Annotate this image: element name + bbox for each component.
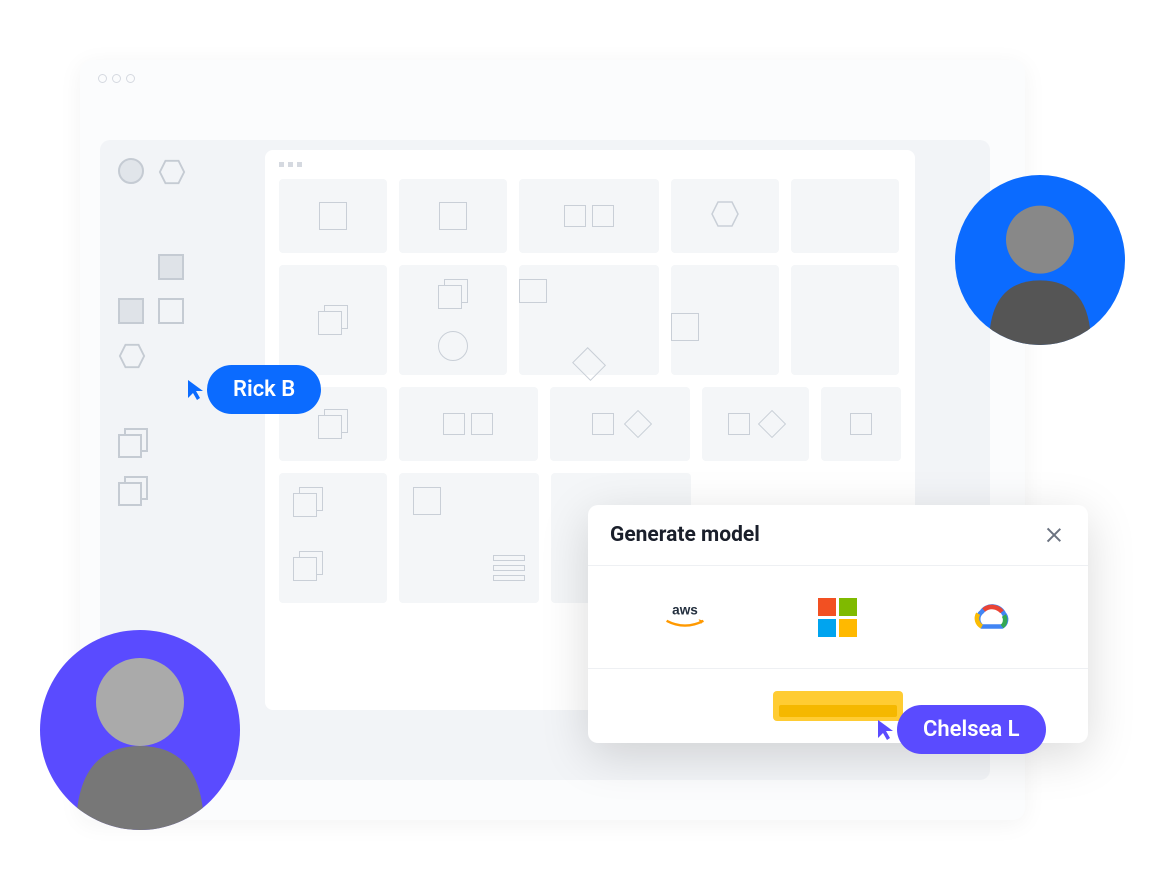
grid-cell[interactable] <box>399 473 539 603</box>
grid-cell[interactable] <box>671 265 779 375</box>
panel-dots <box>265 150 915 179</box>
close-icon[interactable] <box>1042 523 1066 547</box>
stack-icon <box>318 409 348 439</box>
tool-stack-icon[interactable] <box>118 476 148 506</box>
window-controls <box>80 60 1025 97</box>
grid-cell[interactable] <box>791 179 899 253</box>
svg-text:aws: aws <box>672 603 698 618</box>
tool-stack-icon[interactable] <box>118 428 148 458</box>
cursor-icon <box>875 718 897 742</box>
square-icon <box>439 202 467 230</box>
modal-title: Generate model <box>610 523 760 547</box>
tool-palette <box>118 158 218 524</box>
grid-cell[interactable] <box>821 387 901 461</box>
square-icon <box>564 205 586 227</box>
square-icon <box>519 279 547 303</box>
stack-icon <box>293 551 323 581</box>
avatar-rick <box>955 175 1125 345</box>
diamond-icon <box>758 410 786 438</box>
provider-microsoft[interactable] <box>803 592 873 642</box>
grid-cell[interactable] <box>279 179 387 253</box>
grid-cell[interactable] <box>399 265 507 375</box>
grid-cell[interactable] <box>791 265 899 375</box>
window-dot <box>126 74 135 83</box>
person-icon <box>40 630 240 830</box>
grid-cell[interactable] <box>399 387 539 461</box>
square-icon <box>443 413 465 435</box>
aws-icon: aws <box>657 600 713 634</box>
tool-hexagon-icon[interactable] <box>118 342 146 370</box>
tool-circle-icon[interactable] <box>118 158 144 184</box>
hexagon-icon <box>710 199 740 233</box>
square-icon <box>592 413 614 435</box>
circle-icon <box>438 331 468 361</box>
microsoft-icon <box>818 598 857 637</box>
window-dot <box>98 74 107 83</box>
provider-aws[interactable]: aws <box>650 592 720 642</box>
cursor-label: Rick B <box>207 365 321 414</box>
google-cloud-icon <box>969 599 1013 636</box>
square-icon <box>850 413 872 435</box>
grid-cell[interactable] <box>399 179 507 253</box>
cursor-rick: Rick B <box>185 365 321 414</box>
person-icon <box>955 175 1125 345</box>
square-icon <box>413 487 441 515</box>
avatar-chelsea <box>40 630 240 830</box>
window-dot <box>112 74 121 83</box>
grid-cell[interactable] <box>279 473 387 603</box>
diamond-icon <box>572 347 606 381</box>
diamond-icon <box>624 410 652 438</box>
square-icon <box>319 202 347 230</box>
grid-cell[interactable] <box>519 179 659 253</box>
square-icon <box>592 205 614 227</box>
square-icon <box>671 313 699 341</box>
grid-cell[interactable] <box>279 265 387 375</box>
square-icon <box>471 413 493 435</box>
tool-square-icon[interactable] <box>158 298 184 324</box>
stack-icon <box>318 305 348 335</box>
grid-cell[interactable] <box>671 179 779 253</box>
grid-cell[interactable] <box>519 265 659 375</box>
cursor-label: Chelsea L <box>897 705 1046 754</box>
stack-icon <box>438 279 468 309</box>
list-icon <box>493 555 525 581</box>
grid-cell[interactable] <box>550 387 690 461</box>
grid-cell[interactable] <box>702 387 810 461</box>
cursor-chelsea: Chelsea L <box>875 705 1046 754</box>
cursor-icon <box>185 378 207 402</box>
provider-google-cloud[interactable] <box>956 592 1026 642</box>
tool-hexagon-icon[interactable] <box>158 158 186 186</box>
tool-square-filled-icon[interactable] <box>118 298 144 324</box>
square-icon <box>728 413 750 435</box>
stack-icon <box>293 487 323 517</box>
tool-square-filled-icon[interactable] <box>158 254 184 280</box>
